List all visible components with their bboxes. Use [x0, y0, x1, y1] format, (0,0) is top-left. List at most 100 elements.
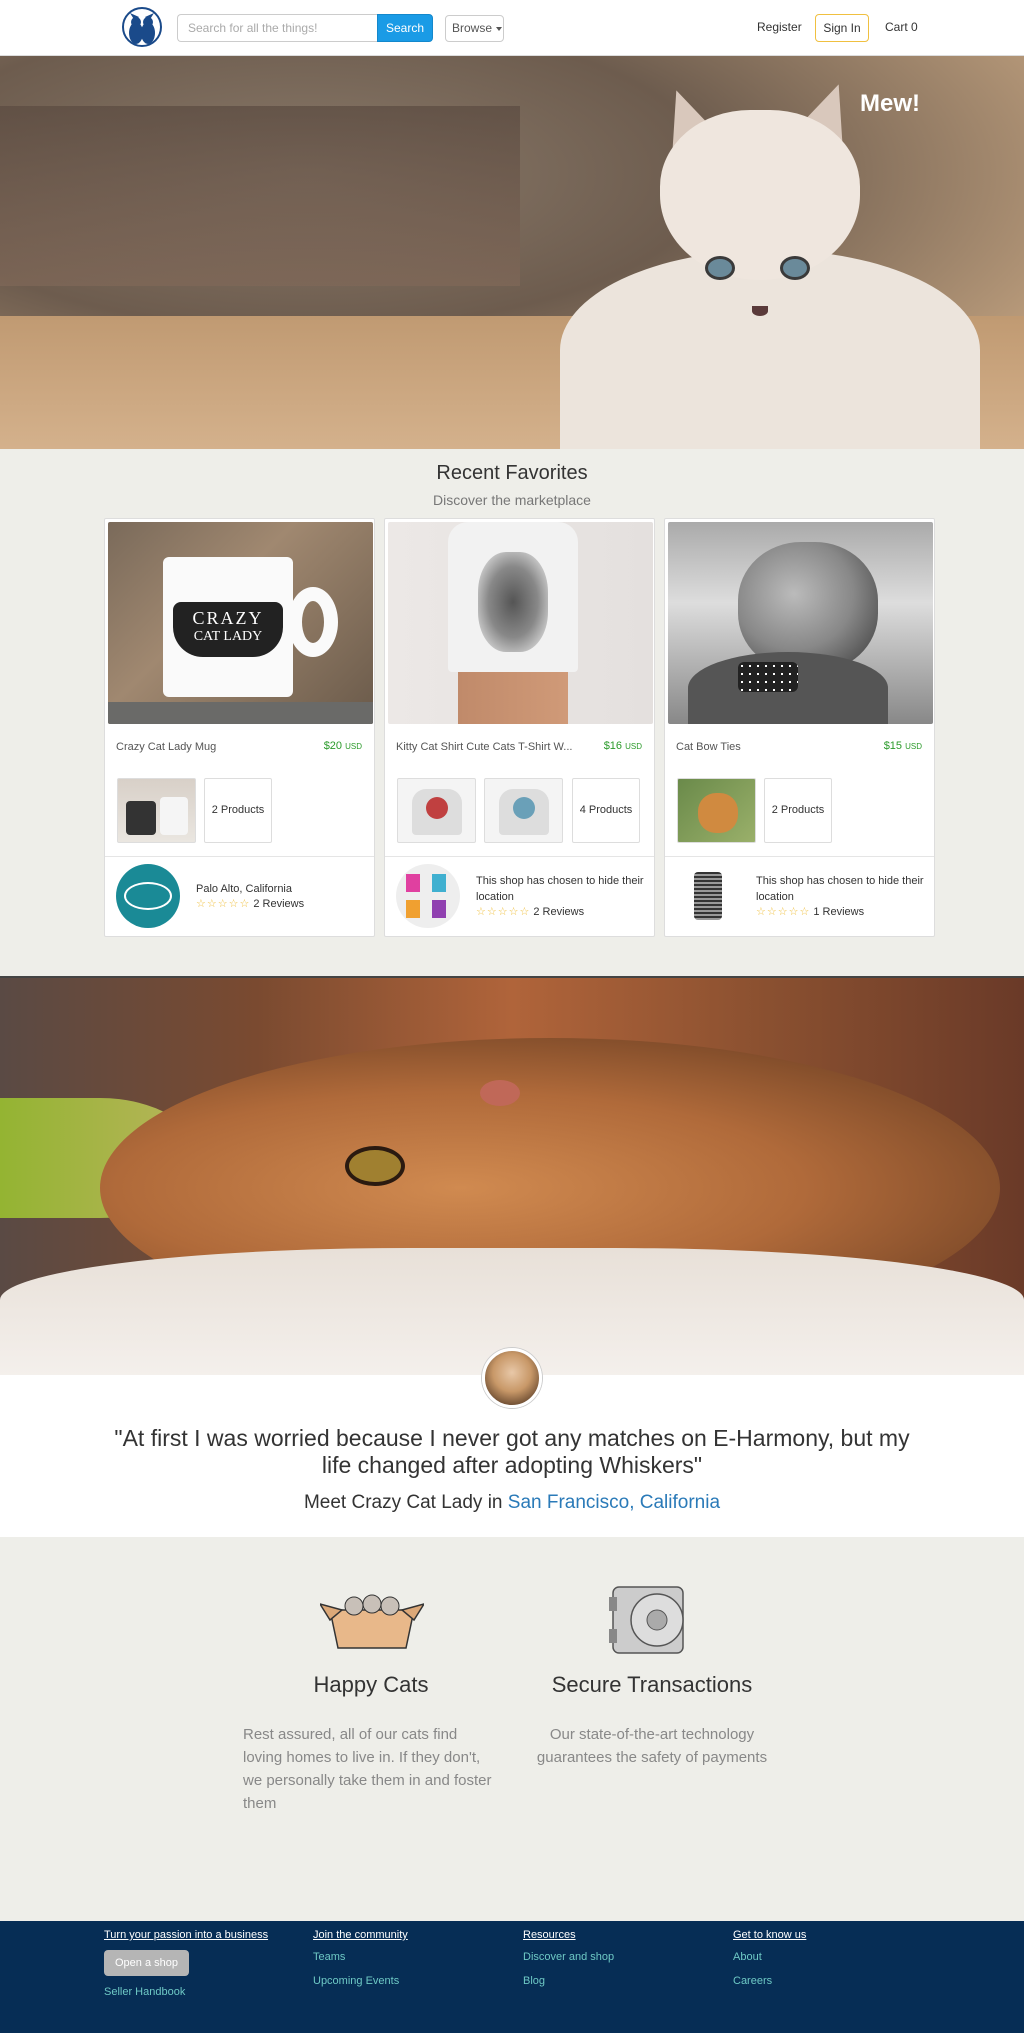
footer-link-seller-handbook[interactable]: Seller Handbook: [104, 1986, 185, 1998]
hero-background-fence: [0, 106, 520, 286]
product-price: $15 USD: [884, 740, 922, 752]
banner-cat-eye: [345, 1146, 405, 1186]
shirt-cat-print: [478, 552, 548, 652]
product-name[interactable]: Crazy Cat Lady Mug: [116, 741, 216, 753]
model-legs: [458, 672, 568, 724]
product-image[interactable]: [388, 522, 653, 724]
spool-icon: [694, 872, 722, 920]
mug-print: CRAZY CAT LADY: [173, 602, 283, 657]
shop-location: This shop has chosen to hide their locat…: [756, 875, 924, 903]
thumb-print: [513, 797, 535, 819]
safe-vault-icon: [609, 1586, 684, 1654]
product-name[interactable]: Cat Bow Ties: [676, 741, 741, 753]
product-name[interactable]: Kitty Cat Shirt Cute Cats T-Shirt W...: [396, 741, 572, 753]
thumb-print: [426, 797, 448, 819]
tatty-letter-y: [432, 900, 446, 918]
shop-rating: ☆☆☆☆☆ 2 Reviews: [196, 897, 304, 910]
search-input[interactable]: [177, 14, 377, 42]
footer-link-teams[interactable]: Teams: [313, 1951, 345, 1963]
cat-logo-icon[interactable]: [121, 5, 163, 51]
shop-product-thumb[interactable]: [677, 778, 756, 843]
tatty-letter-t2: [406, 900, 420, 918]
thumb-orange-cat: [698, 793, 738, 833]
feature-text: Our state-of-the-art technology guarante…: [536, 1726, 768, 1766]
price-value: $20: [323, 740, 343, 752]
footer-link-blog[interactable]: Blog: [523, 1975, 545, 1987]
hero-cat-nose: [752, 306, 768, 316]
cart-link[interactable]: Cart 0: [885, 20, 918, 34]
mug-handle: [288, 587, 338, 657]
shop-location: This shop has chosen to hide their locat…: [476, 875, 644, 903]
review-count[interactable]: 2 Reviews: [533, 906, 584, 918]
shop-avatar[interactable]: [676, 864, 740, 928]
hero-title: Mew!: [860, 90, 920, 117]
thumb-mug-light: [160, 797, 188, 835]
footer-heading-resources[interactable]: Resources: [523, 1929, 576, 1941]
shop-product-thumb[interactable]: [117, 778, 196, 843]
shop-products-count[interactable]: 2 Products: [764, 778, 832, 843]
footer-heading-business[interactable]: Turn your passion into a business: [104, 1929, 268, 1941]
register-link[interactable]: Register: [757, 20, 802, 34]
footer-link-about[interactable]: About: [733, 1951, 762, 1963]
thumb-mug-dark: [126, 801, 156, 835]
card-divider: [105, 856, 374, 857]
price-currency: USD: [625, 742, 642, 751]
testimonial-meet: Meet Crazy Cat Lady in San Francisco, Ca…: [0, 1492, 1024, 1514]
hero-cat-head: [660, 110, 860, 280]
product-card[interactable]: CRAZY CAT LADY Crazy Cat Lady Mug $20 US…: [104, 518, 375, 937]
signin-button[interactable]: Sign In: [815, 14, 869, 42]
favorites-title: Recent Favorites: [436, 462, 588, 484]
product-card[interactable]: Kitty Cat Shirt Cute Cats T-Shirt W... $…: [384, 518, 655, 937]
testimonial-quote: "At first I was worried because I never …: [114, 1425, 910, 1478]
product-price: $16 USD: [604, 740, 642, 752]
meet-prefix: Meet Crazy Cat Lady in: [303, 1492, 503, 1513]
footer-link-upcoming-events[interactable]: Upcoming Events: [313, 1975, 399, 1987]
search-button[interactable]: Search: [377, 14, 433, 42]
browse-label: Browse: [452, 21, 493, 35]
testimonial-banner: [0, 976, 1024, 1375]
hero-cat-eye-right: [780, 256, 810, 280]
meet-location-link[interactable]: San Francisco, California: [508, 1492, 720, 1513]
product-image[interactable]: [668, 522, 933, 724]
product-card[interactable]: Cat Bow Ties $15 USD 2 Products This sho…: [664, 518, 935, 937]
footer-heading-about-us[interactable]: Get to know us: [733, 1929, 806, 1941]
price-currency: USD: [905, 742, 922, 751]
shop-avatar[interactable]: [116, 864, 180, 928]
hero-cat-eye-left: [705, 256, 735, 280]
top-navbar: Search Browse Register Sign In Cart 0: [0, 0, 1024, 56]
price-value: $15: [883, 740, 903, 752]
tatty-letter-t: [406, 874, 420, 892]
mug-text-top: CRAZY: [192, 608, 264, 628]
star-rating-icon: ☆☆☆☆☆: [756, 906, 811, 918]
star-rating-icon: ☆☆☆☆☆: [476, 906, 531, 918]
footer-link-discover[interactable]: Discover and shop: [523, 1951, 614, 1963]
testimonial-avatar[interactable]: [482, 1348, 542, 1408]
shop-location: Palo Alto, California: [196, 883, 292, 895]
open-shop-button[interactable]: Open a shop: [104, 1950, 189, 1976]
cat-box-icon: [320, 1594, 424, 1649]
hero-banner: Mew!: [0, 56, 1024, 449]
footer-heading-community[interactable]: Join the community: [313, 1929, 408, 1941]
feature-title: Happy Cats: [313, 1672, 429, 1697]
shop-logo-text: [124, 882, 172, 910]
review-count[interactable]: 2 Reviews: [253, 898, 304, 910]
price-value: $16: [603, 740, 623, 752]
star-rating-icon: ☆☆☆☆☆: [196, 898, 251, 910]
shop-avatar[interactable]: [396, 864, 460, 928]
product-image[interactable]: CRAZY CAT LADY: [108, 522, 373, 724]
footer-link-careers[interactable]: Careers: [733, 1975, 772, 1987]
feature-title: Secure Transactions: [551, 1672, 753, 1697]
browse-dropdown[interactable]: Browse: [445, 15, 504, 42]
review-count[interactable]: 1 Reviews: [813, 906, 864, 918]
shop-products-count[interactable]: 4 Products: [572, 778, 640, 843]
shop-product-thumb[interactable]: [397, 778, 476, 843]
shop-products-count[interactable]: 2 Products: [204, 778, 272, 843]
favorites-subtitle: Discover the marketplace: [433, 492, 591, 508]
product-price: $20 USD: [324, 740, 362, 752]
shop-rating: ☆☆☆☆☆ 2 Reviews: [476, 905, 584, 918]
shop-product-thumb[interactable]: [484, 778, 563, 843]
mug-text-bottom: CAT LADY: [193, 629, 263, 644]
shop-rating: ☆☆☆☆☆ 1 Reviews: [756, 905, 864, 918]
table-plank: [108, 702, 373, 724]
hero-cat-body: [560, 250, 980, 449]
